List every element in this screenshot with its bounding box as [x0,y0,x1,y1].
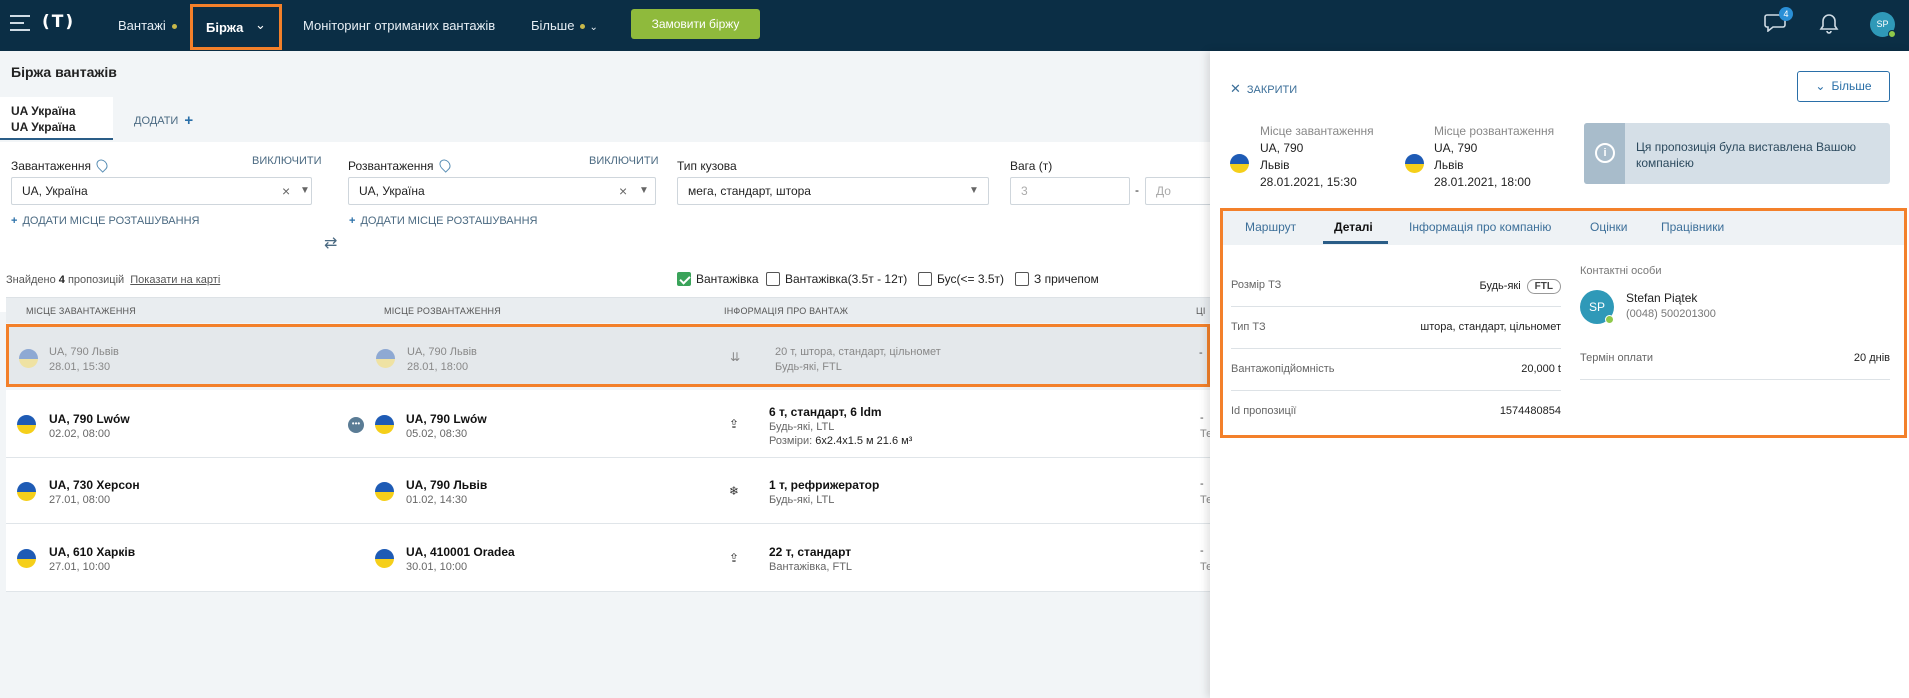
more-button[interactable]: ⌄ Більше [1797,71,1890,102]
clear-icon: × [282,183,291,199]
nav-item-exchange[interactable]: Біржа ⌄ [190,4,282,50]
column-header[interactable]: ІНФОРМАЦІЯ ПРО ВАНТАЖ [724,306,848,316]
weight-label: Вага (т) [1010,159,1053,173]
table-row[interactable]: UA, 790 Lwów 02.02, 08:00 ••• UA, 790 Lw… [6,390,1212,458]
detail-row: Вантажопідйомність 20,000 t [1231,349,1561,391]
column-header[interactable]: ЦІ [1196,306,1206,316]
tab-details[interactable]: Деталі [1334,220,1373,234]
ua-flag-icon [376,349,395,368]
location-pin-icon [94,157,110,173]
contact-avatar[interactable]: SP [1580,290,1614,324]
tab-company-info[interactable]: Інформація про компанію [1409,220,1551,234]
show-on-map-link[interactable]: Показати на карті [130,274,220,286]
ua-flag-icon [1230,154,1249,173]
chevron-down-icon: ▼ [300,185,310,196]
exchange-page: Біржа вантажів UA Україна UA Україна ДОД… [0,51,1215,698]
offer-detail-panel: ✕ ЗАКРИТИ ⌄ Більше Місце завантаження UA, … [1210,51,1909,698]
unloading-label: Розвантаження [348,157,453,173]
weight-to-input[interactable]: До [1145,177,1215,205]
body-type-label: Тип кузова [677,159,737,173]
unloading-location-input[interactable]: UA, Україна × ▼ [348,177,656,205]
ua-flag-icon [375,549,394,568]
table-row[interactable]: UA, 610 Харків 27.01, 10:00 UA, 410001 O… [6,524,1212,592]
location-pin-icon [436,157,453,173]
ua-flag-icon [17,549,36,568]
column-header[interactable]: МІСЦЕ ЗАВАНТАЖЕННЯ [26,306,136,316]
clear-icon: × [619,183,628,199]
tab-employees[interactable]: Працівники [1661,220,1724,234]
ua-flag-icon [17,415,36,434]
unload-icon: ⇊ [729,350,741,364]
ua-flag-icon [375,482,394,501]
weight-from-input[interactable]: 3 [1010,177,1130,205]
ua-flag-icon [19,349,38,368]
contact-phone: (0048) 500201300 [1626,308,1716,320]
nav-item-more[interactable]: Більше ⌄ [531,0,598,51]
body-type-select[interactable]: мега, стандарт, штора ▼ [677,177,989,205]
contacts-heading: Контактні особи [1580,265,1662,277]
order-exchange-button[interactable]: Замовити біржу [631,9,760,39]
results-count: Знайдено 4 пропозицій Показати на карті [6,274,221,286]
snowflake-icon: ❄ [728,484,740,498]
chevron-down-icon: ⌄ [1815,79,1826,93]
tab-country-ua[interactable]: UA Україна UA Україна [0,97,113,140]
chevron-down-icon: ▼ [969,185,979,196]
user-avatar[interactable]: SP [1870,12,1896,38]
add-tab-button[interactable]: ДОДАТИ + [134,112,193,129]
nav-item-monitoring[interactable]: Моніторинг отриманих вантажів [303,0,495,51]
detail-row: Розмір ТЗ Будь-які FTL [1231,265,1561,307]
comment-icon[interactable]: ••• [348,417,364,433]
checkbox-truck[interactable]: Вантажівка [677,272,759,286]
menu-icon[interactable] [10,15,30,31]
table-row[interactable]: UA, 730 Херсон 27.01, 08:00 UA, 790 Льві… [6,458,1212,524]
upload-icon: ⇪ [728,417,740,431]
checkbox-bus[interactable]: Бус(<= 3.5т) [918,272,1004,286]
close-button[interactable]: ✕ ЗАКРИТИ [1230,81,1297,97]
checkbox-truck-medium[interactable]: Вантажівка(3.5т - 12т) [766,272,907,286]
exclude-loading-link[interactable]: ВИКЛЮЧИТИ [252,155,321,167]
info-icon: i [1595,143,1615,163]
bell-icon[interactable] [1819,13,1839,35]
weight-dash: - [1135,183,1139,197]
add-loading-location-link[interactable]: + ДОДАТИ МІСЦЕ РОЗТАШУВАННЯ [11,215,199,227]
add-unloading-location-link[interactable]: + ДОДАТИ МІСЦЕ РОЗТАШУВАННЯ [349,215,537,227]
loading-label: Завантаження [11,157,110,173]
table-header: МІСЦЕ ЗАВАНТАЖЕННЯ МІСЦЕ РОЗВАНТАЖЕННЯ І… [6,297,1210,323]
ua-flag-icon [375,415,394,434]
chevron-down-icon: ▼ [639,185,649,196]
ua-flag-icon [17,482,36,501]
panel-tabs: Маршрут Деталі Інформація про компанію О… [1223,211,1904,245]
swap-icon[interactable]: ⇄ [324,233,337,253]
unloading-place: Місце розвантаження UA, 790 Львів 28.01.… [1434,124,1555,189]
filters-panel: Завантаження ВИКЛЮЧИТИ UA, Україна × ▼ +… [0,142,1215,312]
upload-icon: ⇪ [728,551,740,565]
loading-location-input[interactable]: UA, Україна × ▼ [11,177,312,205]
chat-badge: 4 [1779,7,1793,21]
top-navbar: (Т) Вантажі Біржа ⌄ Моніторинг отриманих… [0,0,1909,51]
page-title: Біржа вантажів [11,64,117,80]
tab-route[interactable]: Маршрут [1245,220,1296,234]
payment-term-row: Термін оплати 20 днів [1580,338,1890,380]
ua-flag-icon [1405,154,1424,173]
column-header[interactable]: МІСЦЕ РОЗВАНТАЖЕННЯ [384,306,501,316]
ftl-badge: FTL [1526,279,1561,294]
detail-row: Id пропозиції 1574480854 [1231,405,1561,417]
loading-place: Місце завантаження UA, 790 Львів 28.01.2… [1260,124,1374,189]
table-row[interactable]: UA, 790 Львів 28.01, 15:30 UA, 790 Львів… [6,324,1210,387]
close-icon: ✕ [1230,81,1241,96]
chevron-down-icon: ⌄ [255,17,266,32]
detail-row: Тип ТЗ штора, стандарт, цільномет [1231,307,1561,349]
exclude-unloading-link[interactable]: ВИКЛЮЧИТИ [589,155,658,167]
own-offer-notice: i Ця пропозиція була виставлена Вашою ко… [1584,123,1890,184]
checkbox-trailer[interactable]: З причепом [1015,272,1099,286]
nav-item-cargo[interactable]: Вантажі [118,0,177,51]
contact-name[interactable]: Stefan Piątek [1626,291,1697,305]
tab-ratings[interactable]: Оцінки [1590,220,1627,234]
logo[interactable]: (Т) [42,12,75,32]
